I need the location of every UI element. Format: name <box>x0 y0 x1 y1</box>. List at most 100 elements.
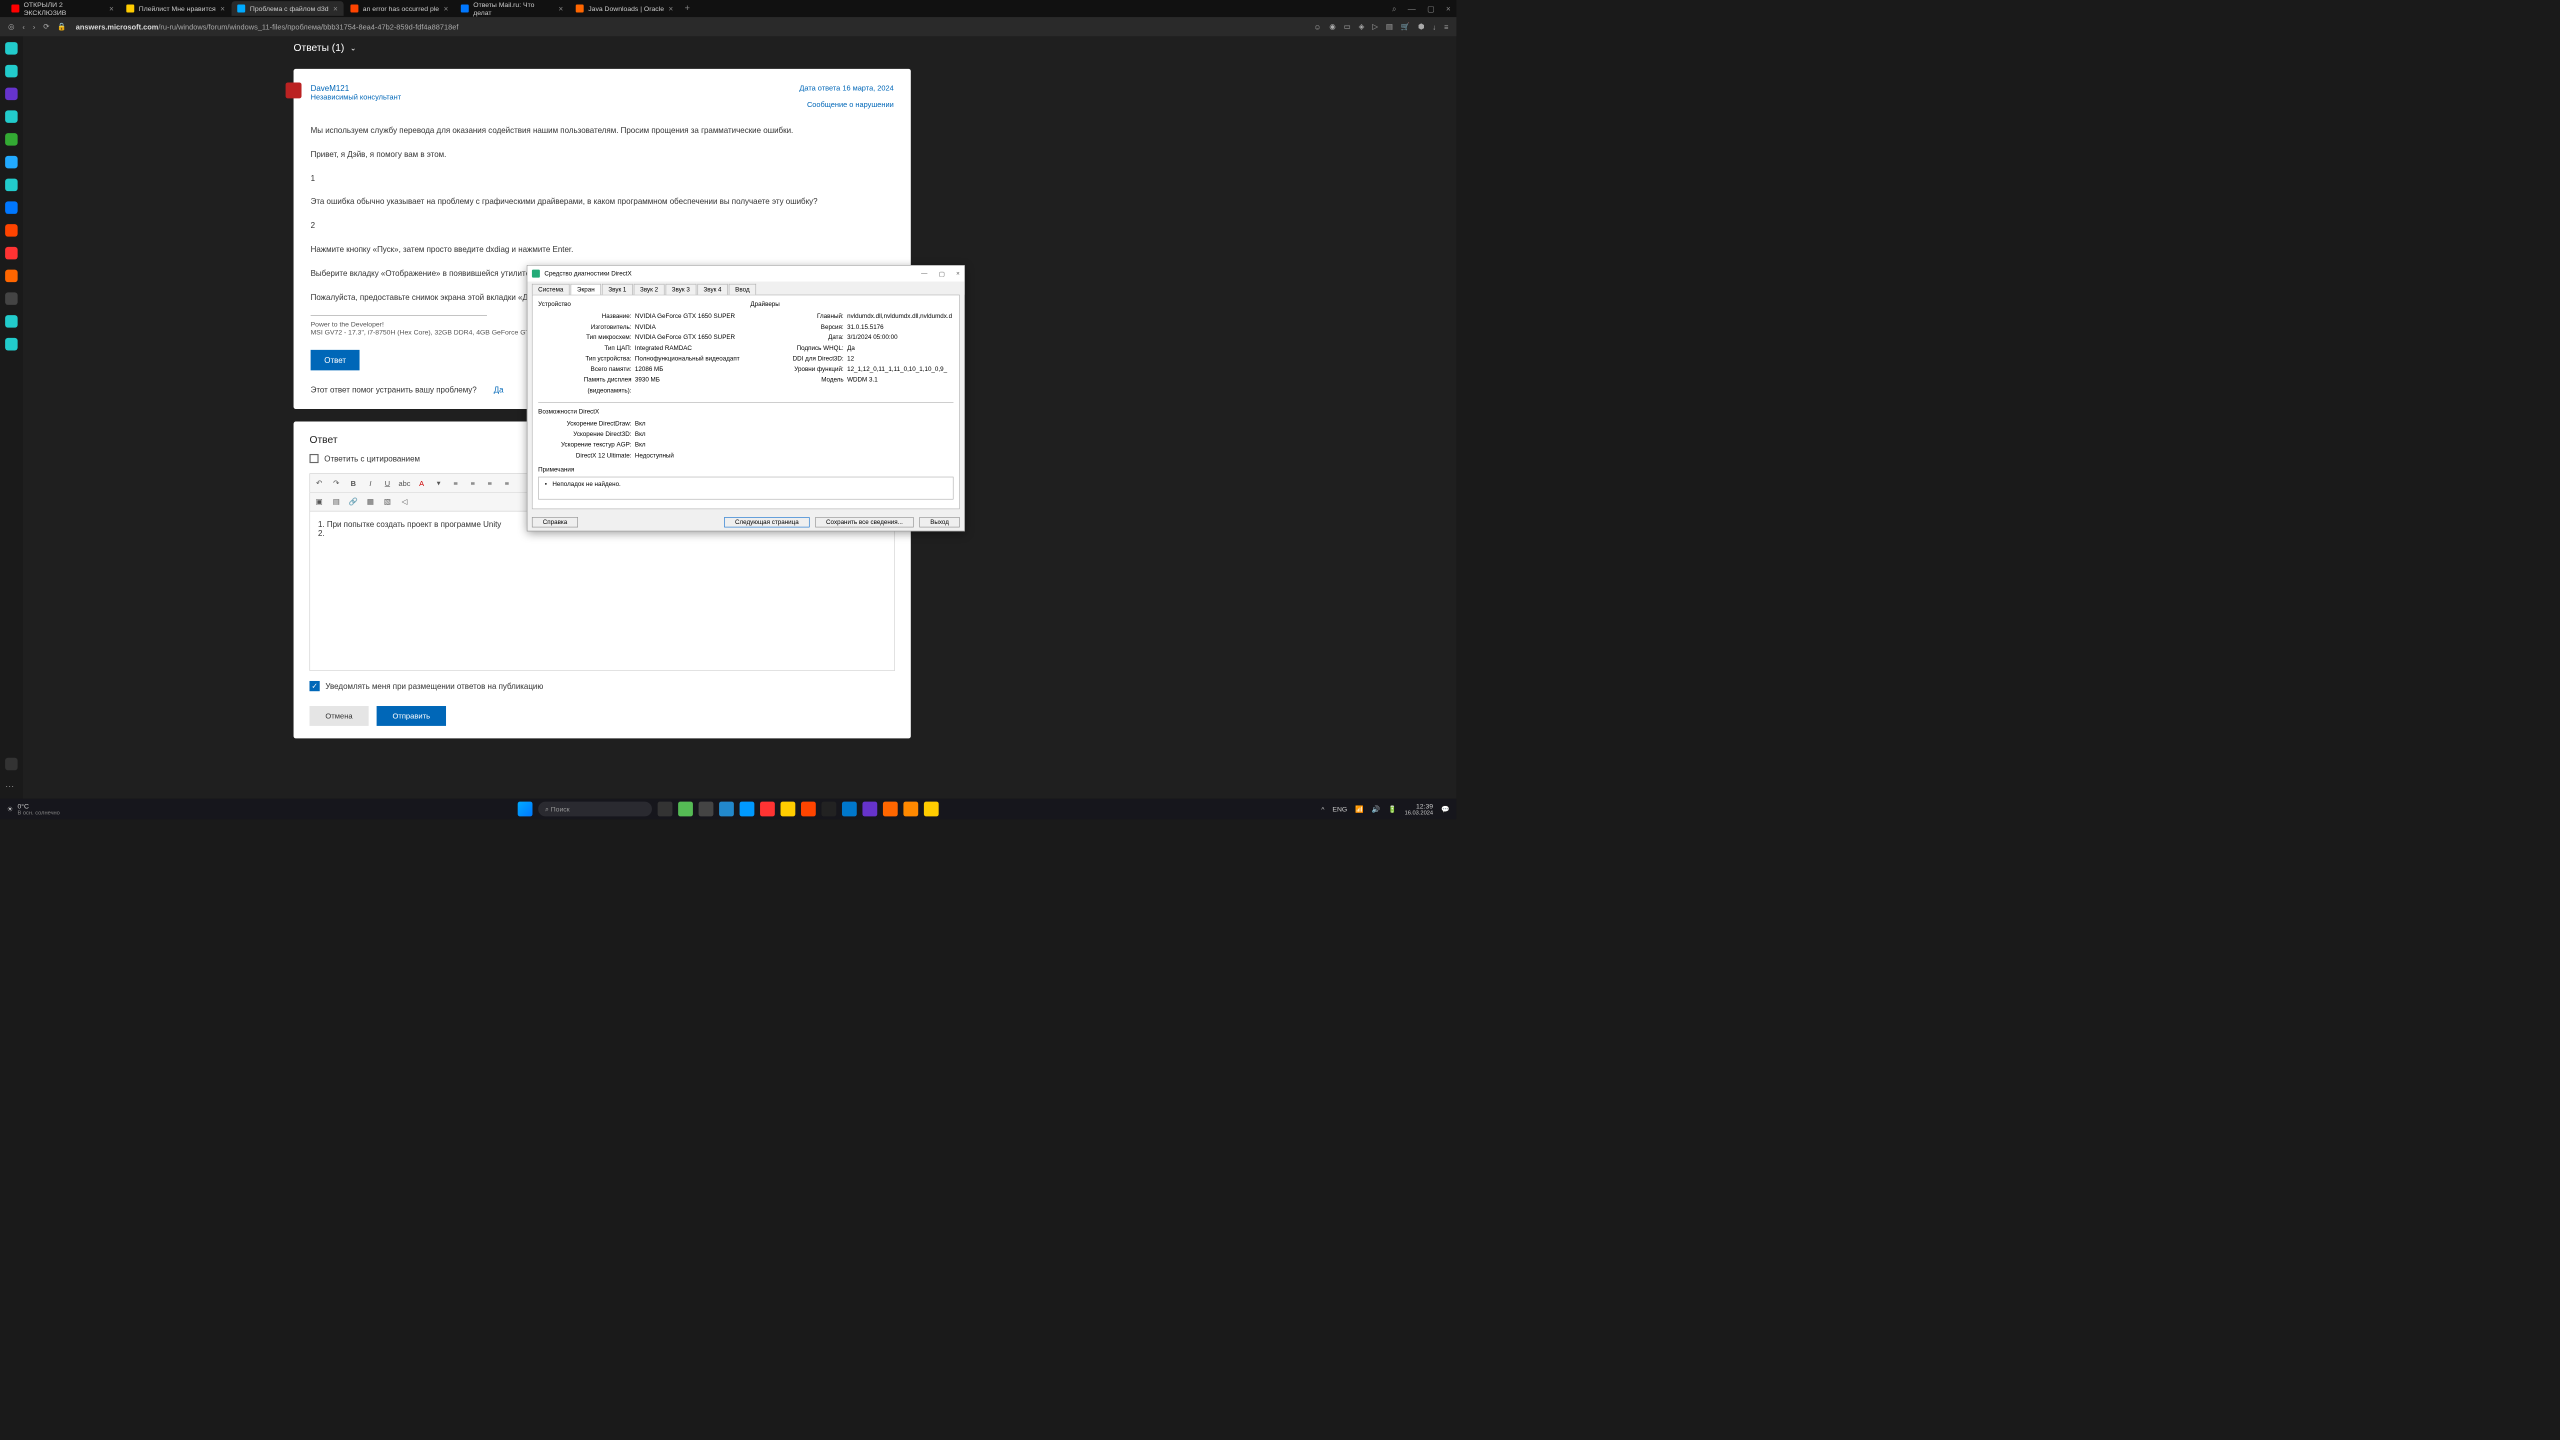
dock-item[interactable] <box>5 156 18 169</box>
reply-button[interactable]: Ответ <box>311 350 360 370</box>
tab-display[interactable]: Экран <box>571 284 601 295</box>
close-icon[interactable]: × <box>333 4 338 13</box>
dock-item[interactable] <box>5 133 18 146</box>
send-button[interactable]: Отправить <box>377 706 446 726</box>
undo-icon[interactable]: ↶ <box>312 476 326 490</box>
dock-item[interactable] <box>5 179 18 192</box>
browser-tab[interactable]: an error has occurred ple× <box>345 1 454 16</box>
close-window-icon[interactable]: × <box>1446 4 1451 14</box>
next-page-button[interactable]: Следующая страница <box>724 517 809 527</box>
author-link[interactable]: DaveM121 <box>311 84 402 93</box>
minimize-icon[interactable]: — <box>921 270 927 277</box>
align-left-icon[interactable]: ≡ <box>449 476 463 490</box>
cancel-button[interactable]: Отмена <box>309 706 368 726</box>
new-tab-button[interactable]: + <box>680 3 694 13</box>
dock-more-icon[interactable]: ⋯ <box>5 781 18 794</box>
taskbar-app[interactable] <box>781 802 796 817</box>
browser-tab-active[interactable]: Проблема с файлом d3d× <box>232 1 344 16</box>
image-icon[interactable]: ▣ <box>312 495 326 509</box>
lock-icon[interactable]: 🔒 <box>57 22 66 31</box>
shield-icon[interactable]: ◎ <box>8 22 14 31</box>
taskbar-app[interactable] <box>883 802 898 817</box>
menu-icon[interactable]: ≡ <box>1444 22 1448 31</box>
help-button[interactable]: Справка <box>532 517 578 527</box>
dock-item[interactable] <box>5 338 18 351</box>
browser-tab[interactable]: Плейлист Мне нравится× <box>121 1 231 16</box>
taskbar-app[interactable] <box>903 802 918 817</box>
task-view-icon[interactable] <box>658 802 673 817</box>
download-icon[interactable]: ↓ <box>1432 22 1436 31</box>
dock-item[interactable] <box>5 224 18 237</box>
editor-textarea[interactable]: 1. При попытке создать проект в программ… <box>309 512 894 671</box>
close-icon[interactable]: × <box>220 4 225 13</box>
close-icon[interactable]: × <box>559 4 564 13</box>
browser-tab[interactable]: ОТКРЫЛИ 2 ЭКСКЛЮЗИВ× <box>6 1 120 16</box>
battery-icon[interactable]: 🔋 <box>1388 805 1397 813</box>
close-icon[interactable]: × <box>444 4 449 13</box>
dock-item[interactable] <box>5 65 18 78</box>
redo-icon[interactable]: ↷ <box>329 476 343 490</box>
link-icon[interactable]: 🔗 <box>346 495 360 509</box>
bold-icon[interactable]: B <box>346 476 360 490</box>
code-icon[interactable]: ▤ <box>329 495 343 509</box>
table-icon[interactable]: ▦ <box>364 495 378 509</box>
browser-tab[interactable]: Java Downloads | Oracle× <box>570 1 679 16</box>
tab-system[interactable]: Система <box>532 284 570 295</box>
wifi-icon[interactable]: 📶 <box>1355 805 1364 813</box>
tab-sound2[interactable]: Звук 2 <box>634 284 665 295</box>
taskbar-app[interactable] <box>719 802 734 817</box>
taskbar-app[interactable] <box>760 802 775 817</box>
html-icon[interactable]: ▧ <box>381 495 395 509</box>
ext-icon[interactable]: ⬢ <box>1418 22 1424 31</box>
taskbar-app[interactable] <box>924 802 939 817</box>
report-link[interactable]: Сообщение о нарушении <box>799 100 893 109</box>
tab-sound3[interactable]: Звук 3 <box>666 284 697 295</box>
taskbar-app[interactable] <box>699 802 714 817</box>
save-info-button[interactable]: Сохранить все сведения... <box>815 517 913 527</box>
align-justify-icon[interactable]: ≡ <box>500 476 514 490</box>
search-icon[interactable]: ⌕ <box>1392 4 1396 14</box>
eye-icon[interactable]: ◉ <box>1329 22 1335 31</box>
tray-chevron-icon[interactable]: ^ <box>1321 805 1324 813</box>
translate-icon[interactable]: ▤ <box>1386 22 1393 31</box>
maximize-icon[interactable]: ▢ <box>1427 4 1435 14</box>
dock-item[interactable] <box>5 201 18 214</box>
shield2-icon[interactable]: ◈ <box>1359 22 1365 31</box>
dock-item[interactable] <box>5 758 18 771</box>
taskbar-app[interactable] <box>862 802 877 817</box>
exit-button[interactable]: Выход <box>919 517 959 527</box>
color-dd-icon[interactable]: ▾ <box>432 476 446 490</box>
play-icon[interactable]: ▷ <box>1372 22 1378 31</box>
tab-sound4[interactable]: Звук 4 <box>697 284 728 295</box>
taskbar-app[interactable] <box>821 802 836 817</box>
notify-checkbox[interactable]: ✓Уведомлять меня при размещении ответов … <box>309 681 894 691</box>
forward-icon[interactable]: › <box>33 22 35 31</box>
maximize-icon[interactable]: ▢ <box>939 270 945 277</box>
close-icon[interactable]: × <box>956 270 960 277</box>
taskbar-app[interactable] <box>801 802 816 817</box>
strike-icon[interactable]: abc <box>398 476 412 490</box>
close-icon[interactable]: × <box>109 4 114 13</box>
url-field[interactable]: answers.microsoft.com/ru-ru/windows/foru… <box>76 22 1305 31</box>
tray-lang[interactable]: ENG <box>1332 805 1347 813</box>
dock-item[interactable] <box>5 247 18 260</box>
dock-item[interactable] <box>5 292 18 305</box>
reload-icon[interactable]: ⟳ <box>43 22 49 31</box>
dock-item[interactable] <box>5 110 18 123</box>
dock-item[interactable] <box>5 270 18 283</box>
tray-time[interactable]: 12:39 <box>1405 802 1433 810</box>
dock-item[interactable] <box>5 42 18 55</box>
start-button[interactable] <box>518 802 533 817</box>
italic-icon[interactable]: I <box>364 476 378 490</box>
tab-sound1[interactable]: Звук 1 <box>602 284 633 295</box>
taskbar-app[interactable] <box>842 802 857 817</box>
dock-item[interactable] <box>5 315 18 328</box>
volume-icon[interactable]: 🔊 <box>1372 805 1381 813</box>
bookmark-icon[interactable]: ▭ <box>1344 22 1351 31</box>
back-icon[interactable]: ‹ <box>22 22 24 31</box>
browser-tab[interactable]: Ответы Mail.ru: Что делат× <box>455 1 569 16</box>
face-icon[interactable]: ☺ <box>1314 22 1322 31</box>
chevron-down-icon[interactable]: ⌄ <box>350 44 356 53</box>
close-icon[interactable]: × <box>669 4 674 13</box>
underline-icon[interactable]: U <box>381 476 395 490</box>
